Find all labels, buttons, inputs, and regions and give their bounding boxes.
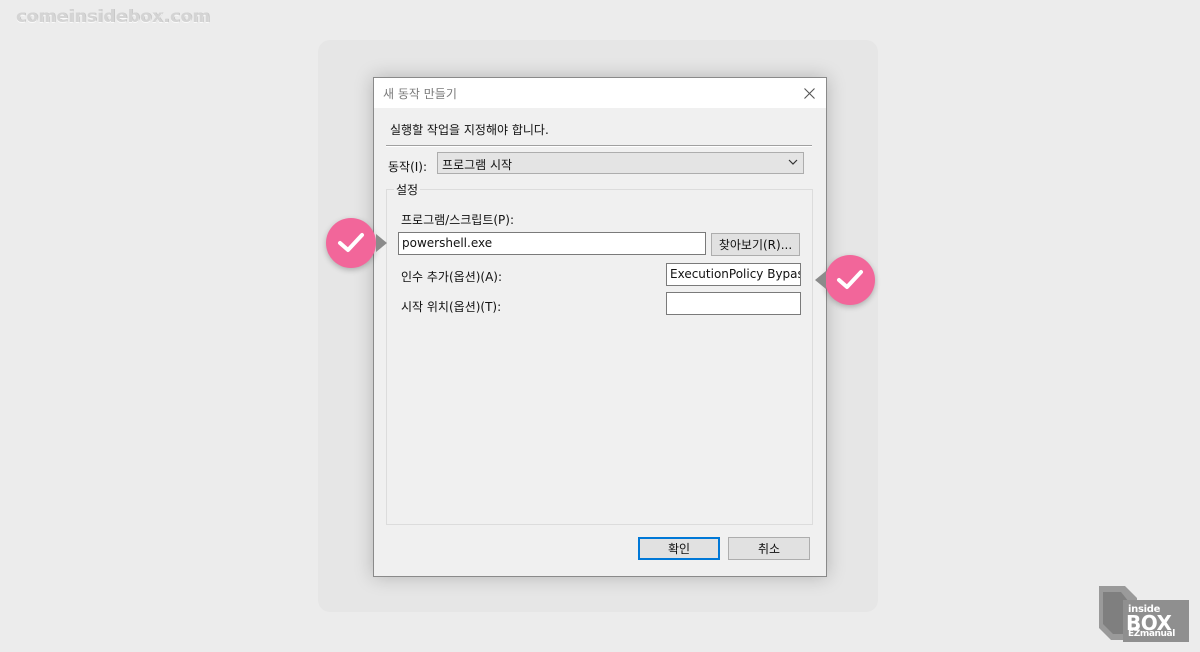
- checkmark-icon: [837, 270, 863, 289]
- close-button[interactable]: [792, 78, 826, 108]
- logo-text-ezmanual: EZmanual: [1128, 629, 1175, 639]
- arguments-label: 인수 추가(옵션)(A):: [401, 270, 503, 284]
- pointer-arrow-right: [376, 234, 387, 252]
- check-badge-arguments: [825, 255, 875, 305]
- arguments-input[interactable]: ExecutionPolicy Bypass: [666, 263, 801, 286]
- close-icon: [803, 87, 815, 99]
- browse-button[interactable]: 찾아보기(R)...: [711, 233, 800, 256]
- ok-button[interactable]: 확인: [638, 537, 720, 560]
- cancel-button[interactable]: 취소: [728, 537, 810, 560]
- dialog-title: 새 동작 만들기: [383, 87, 457, 101]
- check-badge-program: [326, 218, 376, 268]
- title-bar: 새 동작 만들기: [374, 78, 826, 108]
- action-selected-value: 프로그램 시작: [442, 158, 513, 172]
- start-in-label: 시작 위치(옵션)(T):: [401, 300, 502, 314]
- program-input[interactable]: powershell.exe: [398, 232, 706, 255]
- site-watermark: comeinsidebox.com: [16, 7, 211, 27]
- pointer-arrow-left: [815, 271, 826, 289]
- separator: [386, 145, 812, 147]
- program-label: 프로그램/스크립트(P):: [401, 213, 515, 227]
- chevron-down-icon: [788, 159, 798, 165]
- instruction-text: 실행할 작업을 지정해야 합니다.: [390, 123, 549, 137]
- start-in-input[interactable]: [666, 292, 801, 315]
- action-select[interactable]: 프로그램 시작: [437, 152, 804, 174]
- checkmark-icon: [338, 233, 364, 252]
- action-label: 동작(I):: [388, 160, 428, 174]
- new-action-dialog: 새 동작 만들기 실행할 작업을 지정해야 합니다. 동작(I): 프로그램 시…: [373, 77, 827, 577]
- settings-group-label: 설정: [394, 181, 421, 198]
